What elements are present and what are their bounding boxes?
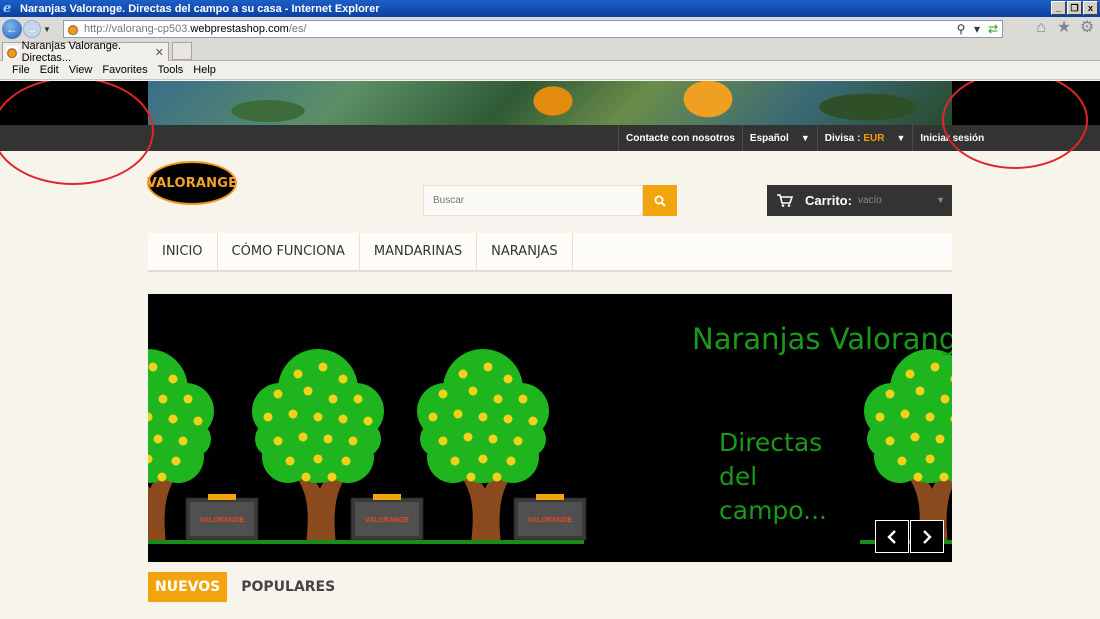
web-page: Contacte con nosotros Español ▼ Divisa :…	[0, 81, 1100, 619]
new-tab-button[interactable]	[172, 42, 192, 60]
orange-tree	[864, 349, 952, 544]
chevron-left-icon	[887, 529, 896, 544]
orange-crate: VALORANGE	[350, 494, 424, 541]
tab-nuevos[interactable]: NUEVOS	[148, 572, 228, 602]
back-button[interactable]: ←	[2, 19, 22, 39]
url-text: http://valorang-cp503.webprestashop.com/…	[84, 23, 307, 35]
restore-button[interactable]: ❐	[1067, 1, 1082, 15]
ie-logo-icon: e	[3, 1, 12, 16]
menu-item-mandarinas[interactable]: MANDARINAS	[360, 233, 478, 270]
orange-tree-banner-image	[148, 81, 952, 125]
slide-subtitle: Directas del campo...	[719, 428, 827, 525]
orange-crate: VALORANGE	[513, 494, 587, 541]
orange-crate: VALORANGE	[185, 494, 259, 541]
window-title: Naranjas Valorange. Directas del campo a…	[20, 2, 380, 15]
menu-help[interactable]: Help	[193, 64, 216, 76]
menu-edit[interactable]: Edit	[40, 64, 59, 76]
minimize-button[interactable]: _	[1051, 1, 1066, 15]
tab-favicon-icon	[6, 46, 18, 58]
search-bar	[423, 185, 677, 216]
contact-link[interactable]: Contacte con nosotros	[618, 125, 742, 151]
menu-tools[interactable]: Tools	[158, 64, 184, 76]
header-banner	[0, 81, 1100, 125]
menu-item-naranjas[interactable]: NARANJAS	[477, 233, 573, 270]
valorange-logo[interactable]: VALORANGE	[147, 161, 237, 205]
currency-selector[interactable]: Divisa : EUR ▼	[816, 125, 913, 151]
compatibility-view-icon[interactable]: ⇄	[986, 22, 1000, 36]
window-titlebar: e Naranjas Valorange. Directas del campo…	[0, 0, 1100, 17]
address-field[interactable]: http://valorang-cp503.webprestashop.com/…	[63, 20, 1003, 38]
image-slider: VALORANGE VALORANGE VALORANGE Naranjas Val…	[148, 294, 952, 562]
cart-button[interactable]: Carrito: vacío ▼	[767, 185, 952, 216]
slider-next-button[interactable]	[910, 520, 944, 553]
address-bar-row: ← → ▼ http://valorang-cp503.webprestasho…	[0, 17, 1100, 41]
top-navigation-items: Contacte con nosotros Español ▼ Divisa :…	[618, 125, 991, 151]
url-actions: ⚲ ▾ ⇄	[954, 22, 1000, 36]
history-dropdown-icon[interactable]: ▼	[43, 25, 53, 34]
gear-icon[interactable]: ⚙	[1078, 19, 1096, 37]
menu-file[interactable]: File	[12, 64, 30, 76]
search-icon[interactable]: ⚲	[954, 22, 968, 36]
search-icon	[654, 195, 666, 207]
chevron-down-icon: ▼	[936, 195, 945, 205]
chevron-right-icon	[923, 529, 932, 544]
language-selector[interactable]: Español ▼	[741, 125, 817, 151]
menu-item-inicio[interactable]: INICIO	[148, 233, 218, 270]
slide-title: Naranjas Valorange	[692, 322, 952, 356]
window-controls: _ ❐ x	[1051, 1, 1098, 15]
menu-view[interactable]: View	[69, 64, 93, 76]
site-favicon-icon	[67, 23, 79, 35]
crate-label: VALORANGE	[200, 517, 245, 524]
crate-label: VALORANGE	[365, 517, 410, 524]
cart-icon	[777, 194, 793, 207]
search-dropdown-icon[interactable]: ▾	[970, 22, 984, 36]
search-input[interactable]	[423, 185, 643, 216]
tab-populares[interactable]: POPULARES	[227, 579, 335, 595]
menu-item-como-funciona[interactable]: CÓMO FUNCIONA	[218, 233, 360, 270]
crate-label: VALORANGE	[528, 517, 573, 524]
chevron-down-icon: ▼	[800, 133, 810, 143]
tab-bar: Naranjas Valorange. Directas... ✕	[0, 40, 1100, 64]
close-button[interactable]: x	[1083, 1, 1098, 15]
chevron-down-icon: ▼	[896, 133, 906, 143]
slider-prev-button[interactable]	[875, 520, 909, 553]
home-icon[interactable]: ⌂	[1032, 19, 1050, 37]
menu-bar: File Edit View Favorites Tools Help	[0, 61, 1100, 80]
cart-status: vacío	[857, 195, 882, 206]
cart-label: Carrito:	[805, 193, 852, 208]
close-tab-icon[interactable]: ✕	[155, 46, 164, 59]
browser-tool-icons: ⌂ ★ ⚙	[1032, 19, 1096, 37]
login-link[interactable]: Iniciar sesión	[912, 125, 991, 151]
favorites-star-icon[interactable]: ★	[1055, 19, 1073, 37]
top-navigation-bar: Contacte con nosotros Español ▼ Divisa :…	[0, 125, 1100, 151]
main-menu: INICIO CÓMO FUNCIONA MANDARINAS NARANJAS	[148, 233, 952, 272]
product-tabs: NUEVOS POPULARES	[148, 572, 335, 602]
search-button[interactable]	[643, 185, 677, 216]
ground-line	[148, 540, 584, 544]
menu-favorites[interactable]: Favorites	[102, 64, 147, 76]
forward-button[interactable]: →	[23, 20, 41, 38]
tab-valorange[interactable]: Naranjas Valorange. Directas... ✕	[2, 40, 169, 64]
